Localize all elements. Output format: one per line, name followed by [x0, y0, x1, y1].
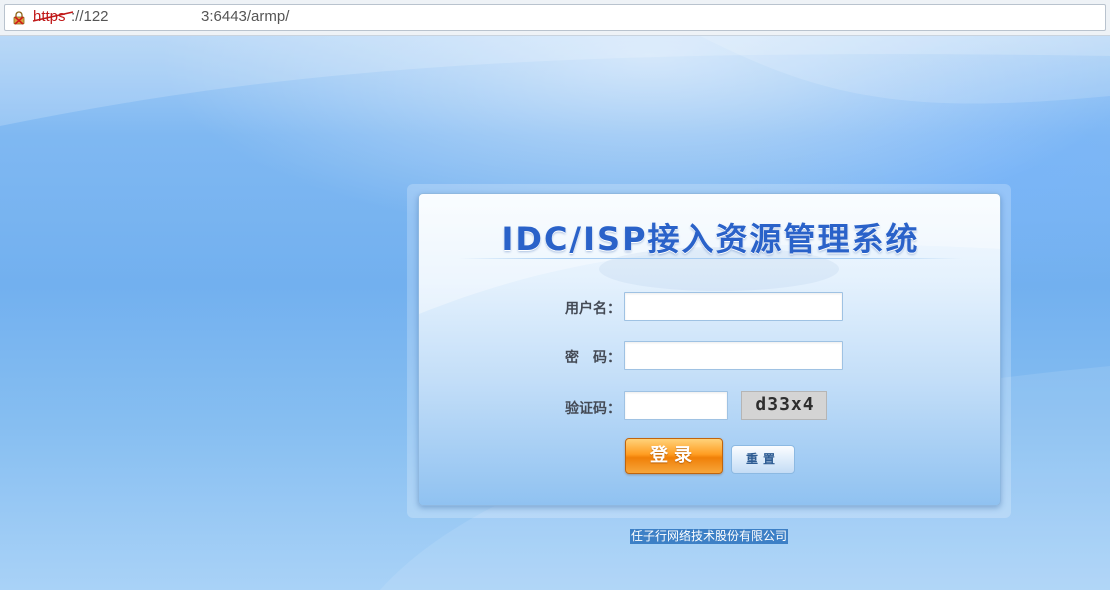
broken-lock-icon[interactable] — [12, 11, 26, 25]
captcha-image[interactable]: d33x4 — [741, 391, 827, 420]
title-divider — [459, 258, 962, 259]
url-strike-mark — [32, 11, 74, 22]
login-button[interactable]: 登录 — [625, 438, 723, 474]
captcha-text: d33x4 — [755, 394, 815, 415]
url-path: 3:6443/armp/ — [201, 8, 290, 25]
reset-button[interactable]: 重置 — [731, 445, 795, 474]
system-title: IDC/ISP接入资源管理系统 — [501, 220, 920, 258]
password-label: 密 码： — [565, 350, 621, 366]
username-label: 用户名： — [565, 301, 621, 317]
url-host-start: ://122 — [71, 8, 109, 25]
login-panel: IDC/ISP接入资源管理系统 用户名： 密 码： 验证码： d33x4 登录 … — [418, 193, 1001, 506]
captcha-label: 验证码： — [565, 401, 621, 417]
captcha-input[interactable] — [624, 391, 728, 420]
browser-address-bar: https ://122 3:6443/armp/ — [0, 0, 1110, 36]
company-footer: 任子行网络技术股份有限公司 — [630, 529, 789, 544]
url-redaction — [109, 6, 201, 29]
url-field[interactable]: https ://122 3:6443/armp/ — [4, 4, 1106, 31]
password-input[interactable] — [624, 341, 843, 370]
username-input[interactable] — [624, 292, 843, 321]
